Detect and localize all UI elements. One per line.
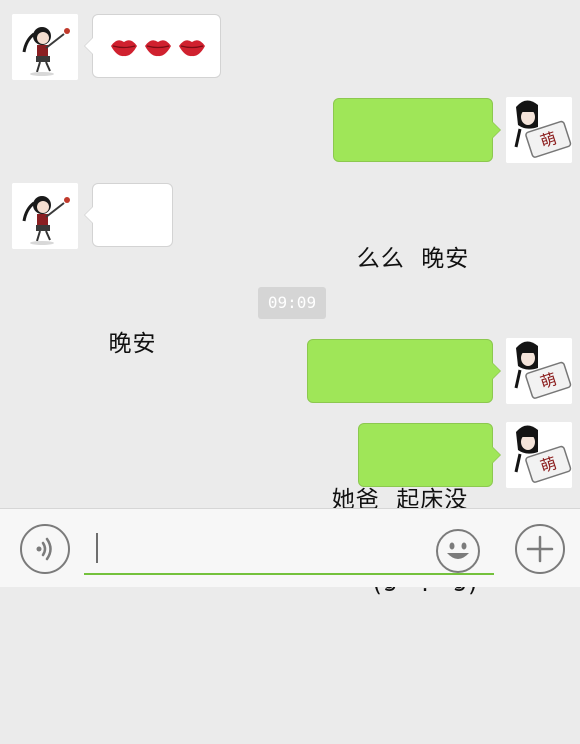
emoji-icon	[447, 542, 469, 559]
girl-with-sign-avatar-image: 萌	[506, 422, 572, 488]
lips-icon	[111, 40, 137, 57]
girl-avatar-image	[12, 14, 78, 80]
message-text: 晚安	[108, 331, 157, 357]
message-timestamp: 09:09	[258, 287, 326, 319]
voice-icon	[36, 537, 52, 561]
message-text: 么么 晚安	[356, 246, 470, 272]
message-bubble-outgoing[interactable]: 她爸 起床没	[307, 339, 501, 513]
emoji-button[interactable]	[436, 529, 480, 573]
contact-avatar[interactable]	[12, 183, 78, 249]
lips-icon	[179, 40, 205, 57]
girl-avatar-image	[12, 183, 78, 249]
chat-area[interactable]: 么么 晚安 萌 晚安 09:09 她爸 起床没 萌 萌	[0, 0, 580, 597]
message-bubble-incoming[interactable]: 晚安	[84, 183, 173, 357]
my-avatar[interactable]: 萌	[506, 422, 572, 488]
plus-icon	[526, 535, 554, 563]
lips-icon	[145, 40, 171, 57]
girl-with-sign-avatar-image: 萌	[506, 338, 572, 404]
contact-avatar[interactable]	[12, 14, 78, 80]
my-avatar[interactable]: 萌	[506, 338, 572, 404]
message-bubble-outgoing[interactable]: (๑• . •๑)	[358, 423, 501, 597]
input-bar	[0, 508, 580, 587]
voice-button[interactable]	[20, 524, 70, 574]
add-button[interactable]	[515, 524, 565, 574]
girl-with-sign-avatar-image: 萌	[506, 97, 572, 163]
my-avatar[interactable]: 萌	[506, 97, 572, 163]
text-caret	[96, 533, 98, 563]
message-bubble-incoming[interactable]	[84, 14, 221, 78]
message-bubble-outgoing[interactable]: 么么 晚安	[333, 98, 501, 272]
message-input[interactable]	[84, 527, 494, 575]
